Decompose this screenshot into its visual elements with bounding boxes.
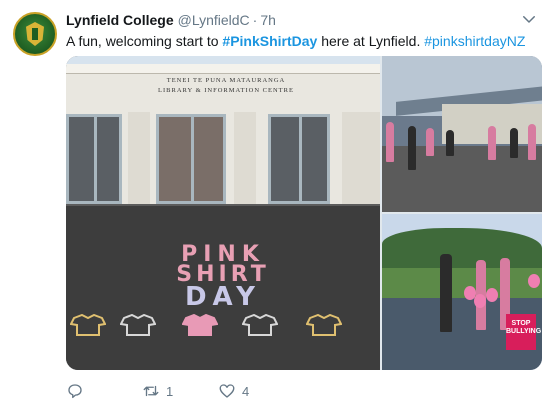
door-right xyxy=(268,114,330,204)
person xyxy=(408,126,416,170)
balloon xyxy=(474,294,486,308)
photo-students-stop-bullying[interactable]: STOP BULLYING xyxy=(382,214,542,370)
chalk-shirt-icon xyxy=(242,314,278,336)
tweet-text-start: A fun, welcoming start to xyxy=(66,33,223,49)
tweet-header: Lynfield College @LynfieldC · 7h xyxy=(66,12,276,30)
like-count: 4 xyxy=(242,383,250,399)
account-name[interactable]: Lynfield College xyxy=(66,12,174,28)
tweet-card[interactable]: Lynfield College @LynfieldC · 7h A fun, … xyxy=(0,0,550,408)
pillar xyxy=(234,112,256,206)
library-sign-line2: LIBRARY & INFORMATION CENTRE xyxy=(158,87,294,94)
chalk-shirt-icon xyxy=(120,314,156,336)
reply-button[interactable] xyxy=(66,382,90,400)
media-grid: TENEI TE PUNA MATAURANGA LIBRARY & INFOR… xyxy=(66,56,542,370)
person xyxy=(528,124,536,160)
stop-bullying-sign: STOP BULLYING xyxy=(506,314,542,350)
tweet-text-middle: here at Lynfield. xyxy=(317,33,425,49)
person xyxy=(440,254,452,332)
photo-crowd-courtyard[interactable] xyxy=(382,56,542,212)
library-sign: TENEI TE PUNA MATAURANGA LIBRARY & INFOR… xyxy=(106,76,346,98)
library-sign-line1: TENEI TE PUNA MATAURANGA xyxy=(166,77,286,84)
avatar[interactable] xyxy=(13,12,57,56)
stop-sign-line1: STOP xyxy=(511,320,531,327)
photo-trees xyxy=(382,228,542,268)
retweet-count: 1 xyxy=(166,383,174,399)
school-crest-logo xyxy=(26,22,44,46)
balloon xyxy=(528,274,540,288)
chalk-shirt-icon xyxy=(306,314,342,336)
stop-sign-line2: BULLYING xyxy=(506,328,542,335)
account-handle[interactable]: @LynfieldC xyxy=(178,12,250,28)
balloon xyxy=(486,288,498,302)
heart-icon xyxy=(219,384,235,398)
chevron-down-icon[interactable] xyxy=(520,10,538,28)
chalk-shirt-icon xyxy=(182,314,218,336)
timestamp[interactable]: 7h xyxy=(260,12,276,28)
photo-grass xyxy=(382,268,542,298)
pillar xyxy=(342,112,380,206)
separator: · xyxy=(252,12,258,28)
chalk-word-day: DAY xyxy=(184,282,262,312)
chalk-shirt-icon xyxy=(70,314,106,336)
retweet-icon xyxy=(143,385,159,397)
door-left xyxy=(66,114,122,204)
like-button[interactable]: 4 xyxy=(218,382,249,400)
photo-ground xyxy=(382,146,542,212)
person xyxy=(446,130,454,156)
pillar xyxy=(128,112,150,206)
reply-icon xyxy=(68,384,82,399)
door-center xyxy=(156,114,226,204)
hashtag-pinkshirtdaynz[interactable]: #pinkshirtdayNZ xyxy=(424,33,525,49)
photo-library-entrance-chalk[interactable]: TENEI TE PUNA MATAURANGA LIBRARY & INFOR… xyxy=(66,56,380,370)
hashtag-pinkshirtday[interactable]: #PinkShirtDay xyxy=(222,33,317,49)
retweet-button[interactable]: 1 xyxy=(142,382,173,400)
tweet-text: A fun, welcoming start to #PinkShirtDay … xyxy=(66,32,525,50)
person xyxy=(510,128,518,158)
person xyxy=(488,126,496,160)
photo-roofline xyxy=(66,64,380,74)
person xyxy=(426,128,434,156)
person xyxy=(386,122,394,162)
